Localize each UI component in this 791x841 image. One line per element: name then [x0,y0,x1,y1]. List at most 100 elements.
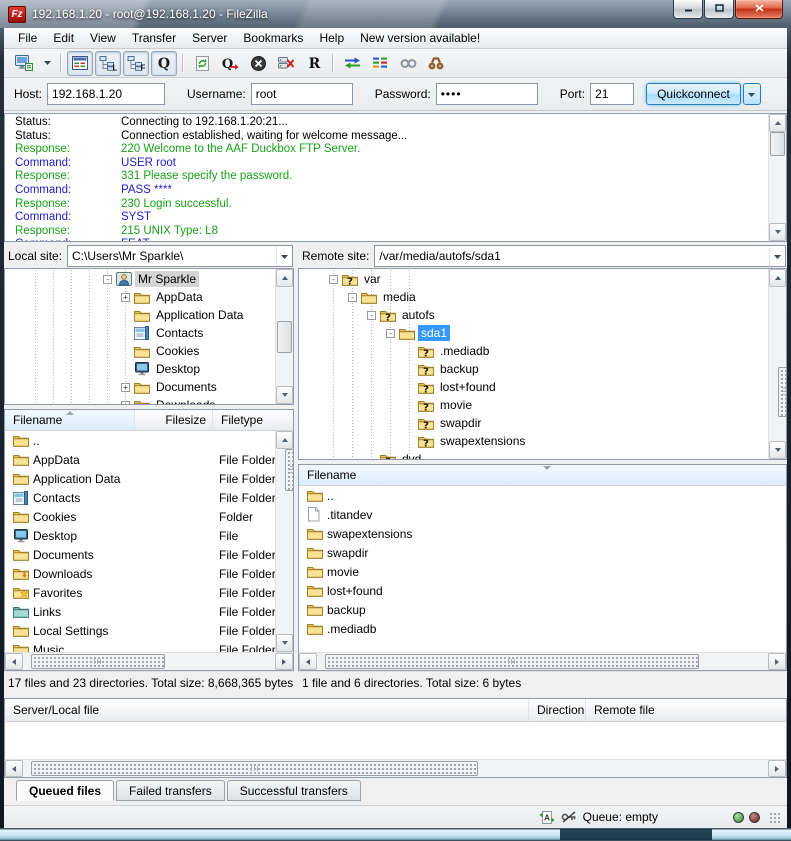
quickconnect-dropdown-button[interactable] [743,83,761,105]
scroll-left-button[interactable] [5,653,23,670]
menu-item[interactable]: New version available! [352,28,488,48]
tree-node[interactable]: ? backup [299,360,769,378]
filter-button[interactable] [395,51,421,76]
combo-dropdown-button[interactable] [276,246,292,266]
scroll-right-button[interactable] [275,653,293,670]
lost+found[interactable]: lost+found [299,581,786,600]
scroll-up-button[interactable] [276,431,293,449]
process-queue-button[interactable]: Q [217,51,243,76]
tree-expander[interactable]: - [386,329,395,338]
site-manager-button[interactable] [11,51,37,76]
scroll-up-button[interactable] [769,114,786,132]
scrollbar-thumb[interactable] [325,654,699,669]
queue-hscrollbar[interactable] [5,759,786,777]
tree-node[interactable]: Cookies [5,342,276,360]
.mediadb[interactable]: .mediadb [299,619,786,638]
tree-expander[interactable]: - [367,311,376,320]
toggle-message-log-button[interactable] [67,51,93,76]
scrollbar-thumb[interactable] [31,761,478,776]
queue-tab[interactable]: Failed transfers [116,780,225,801]
toggle-queue-button[interactable]: Q [151,51,177,76]
Desktop[interactable]: Desktop File [5,526,276,545]
quickconnect-button[interactable]: Quickconnect [646,83,741,105]
scrollbar-thumb[interactable] [778,367,787,417]
tree-node[interactable]: ? .mediadb [299,342,769,360]
tree-expander[interactable]: - [103,275,112,284]
column-header-direction[interactable]: Direction [529,699,586,721]
toggle-local-tree-button[interactable]: L [95,51,121,76]
tree-node[interactable]: ? swapdir [299,414,769,432]
tree-expander[interactable]: + [121,383,130,392]
scroll-down-button[interactable] [276,386,293,404]
remote-list-hscrollbar[interactable] [299,652,786,670]
local-list-scrollbar[interactable] [275,431,293,652]
tree-node[interactable]: - ? autofs [299,306,769,324]
tree-node[interactable]: - media [299,288,769,306]
tree-node[interactable]: - ? var [299,270,769,288]
tree-node[interactable]: Desktop [5,360,276,378]
disconnect-button[interactable] [273,51,299,76]
tree-expander[interactable]: - [329,275,338,284]
Application Data[interactable]: Application Data File Folder [5,469,276,488]
tree-node[interactable]: ? swapextensions [299,432,769,450]
swapdir[interactable]: swapdir [299,543,786,562]
remote-tree-scrollbar[interactable] [768,269,786,459]
scroll-up-button[interactable] [276,269,293,287]
Cookies[interactable]: Cookies Folder [5,507,276,526]
tree-expander[interactable]: + [121,401,130,405]
scrollbar-thumb[interactable] [31,654,165,669]
cancel-operation-button[interactable] [245,51,271,76]
menu-item[interactable]: Transfer [124,28,184,48]
menu-item[interactable]: Edit [45,28,82,48]
local-site-combobox[interactable]: C:\Users\Mr Sparkle\ [67,245,293,267]
tree-node[interactable]: ? dvd [299,450,769,459]
scroll-left-button[interactable] [299,653,317,670]
tree-expander[interactable]: + [121,293,130,302]
scrollbar-thumb[interactable] [285,449,293,491]
..[interactable]: .. [5,431,276,450]
tree-node[interactable]: ? lost+found [299,378,769,396]
menu-item[interactable]: Server [184,28,235,48]
scrollbar-thumb[interactable] [277,321,292,353]
menu-item[interactable]: View [82,28,124,48]
.titandev[interactable]: .titandev [299,505,786,524]
scroll-left-button[interactable] [5,760,23,777]
local-list-hscrollbar[interactable] [5,652,293,670]
insecure-connection-icon[interactable] [561,811,577,823]
combo-dropdown-button[interactable] [769,246,785,266]
AppData[interactable]: AppData File Folder [5,450,276,469]
tree-node[interactable]: ? movie [299,396,769,414]
scrollbar-thumb[interactable] [770,132,785,156]
menu-item[interactable]: File [10,28,45,48]
log-scrollbar[interactable] [768,114,786,241]
Downloads[interactable]: Downloads File Folder [5,564,276,583]
tree-node[interactable]: + Downloads [5,396,276,404]
Favorites[interactable]: Favorites File Folder [5,583,276,602]
tree-node[interactable]: + Documents [5,378,276,396]
column-header-server-local-file[interactable]: Server/Local file [5,699,529,721]
menu-item[interactable]: Help [311,28,352,48]
titlebar[interactable]: Fz 192.168.1.20 - root@192.168.1.20 - Fi… [0,0,791,28]
column-header-filesize[interactable]: Filesize [135,410,213,430]
directory-comparison-button[interactable] [339,51,365,76]
queue-tab[interactable]: Queued files [16,780,114,801]
menu-item[interactable]: Bookmarks [235,28,311,48]
maximize-button[interactable] [704,0,734,19]
reconnect-button[interactable]: R [301,51,327,76]
Documents[interactable]: Documents File Folder [5,545,276,564]
tree-expander[interactable]: - [348,293,357,302]
column-header-remote-file[interactable]: Remote file [586,699,786,721]
transfer-type-icon[interactable]: A [539,810,555,825]
queue-body[interactable] [5,722,786,759]
tree-node[interactable]: - sda1 [299,324,769,342]
Local Settings[interactable]: Local Settings File Folder [5,621,276,640]
swapextensions[interactable]: swapextensions [299,524,786,543]
local-tree-scrollbar[interactable] [275,269,293,404]
file-search-button[interactable] [423,51,449,76]
column-header-filetype[interactable]: Filetype [213,410,293,430]
toggle-remote-tree-button[interactable]: F [123,51,149,76]
scroll-right-button[interactable] [768,653,786,670]
movie[interactable]: movie [299,562,786,581]
username-input[interactable] [251,83,353,105]
resize-grip[interactable] [768,811,781,824]
